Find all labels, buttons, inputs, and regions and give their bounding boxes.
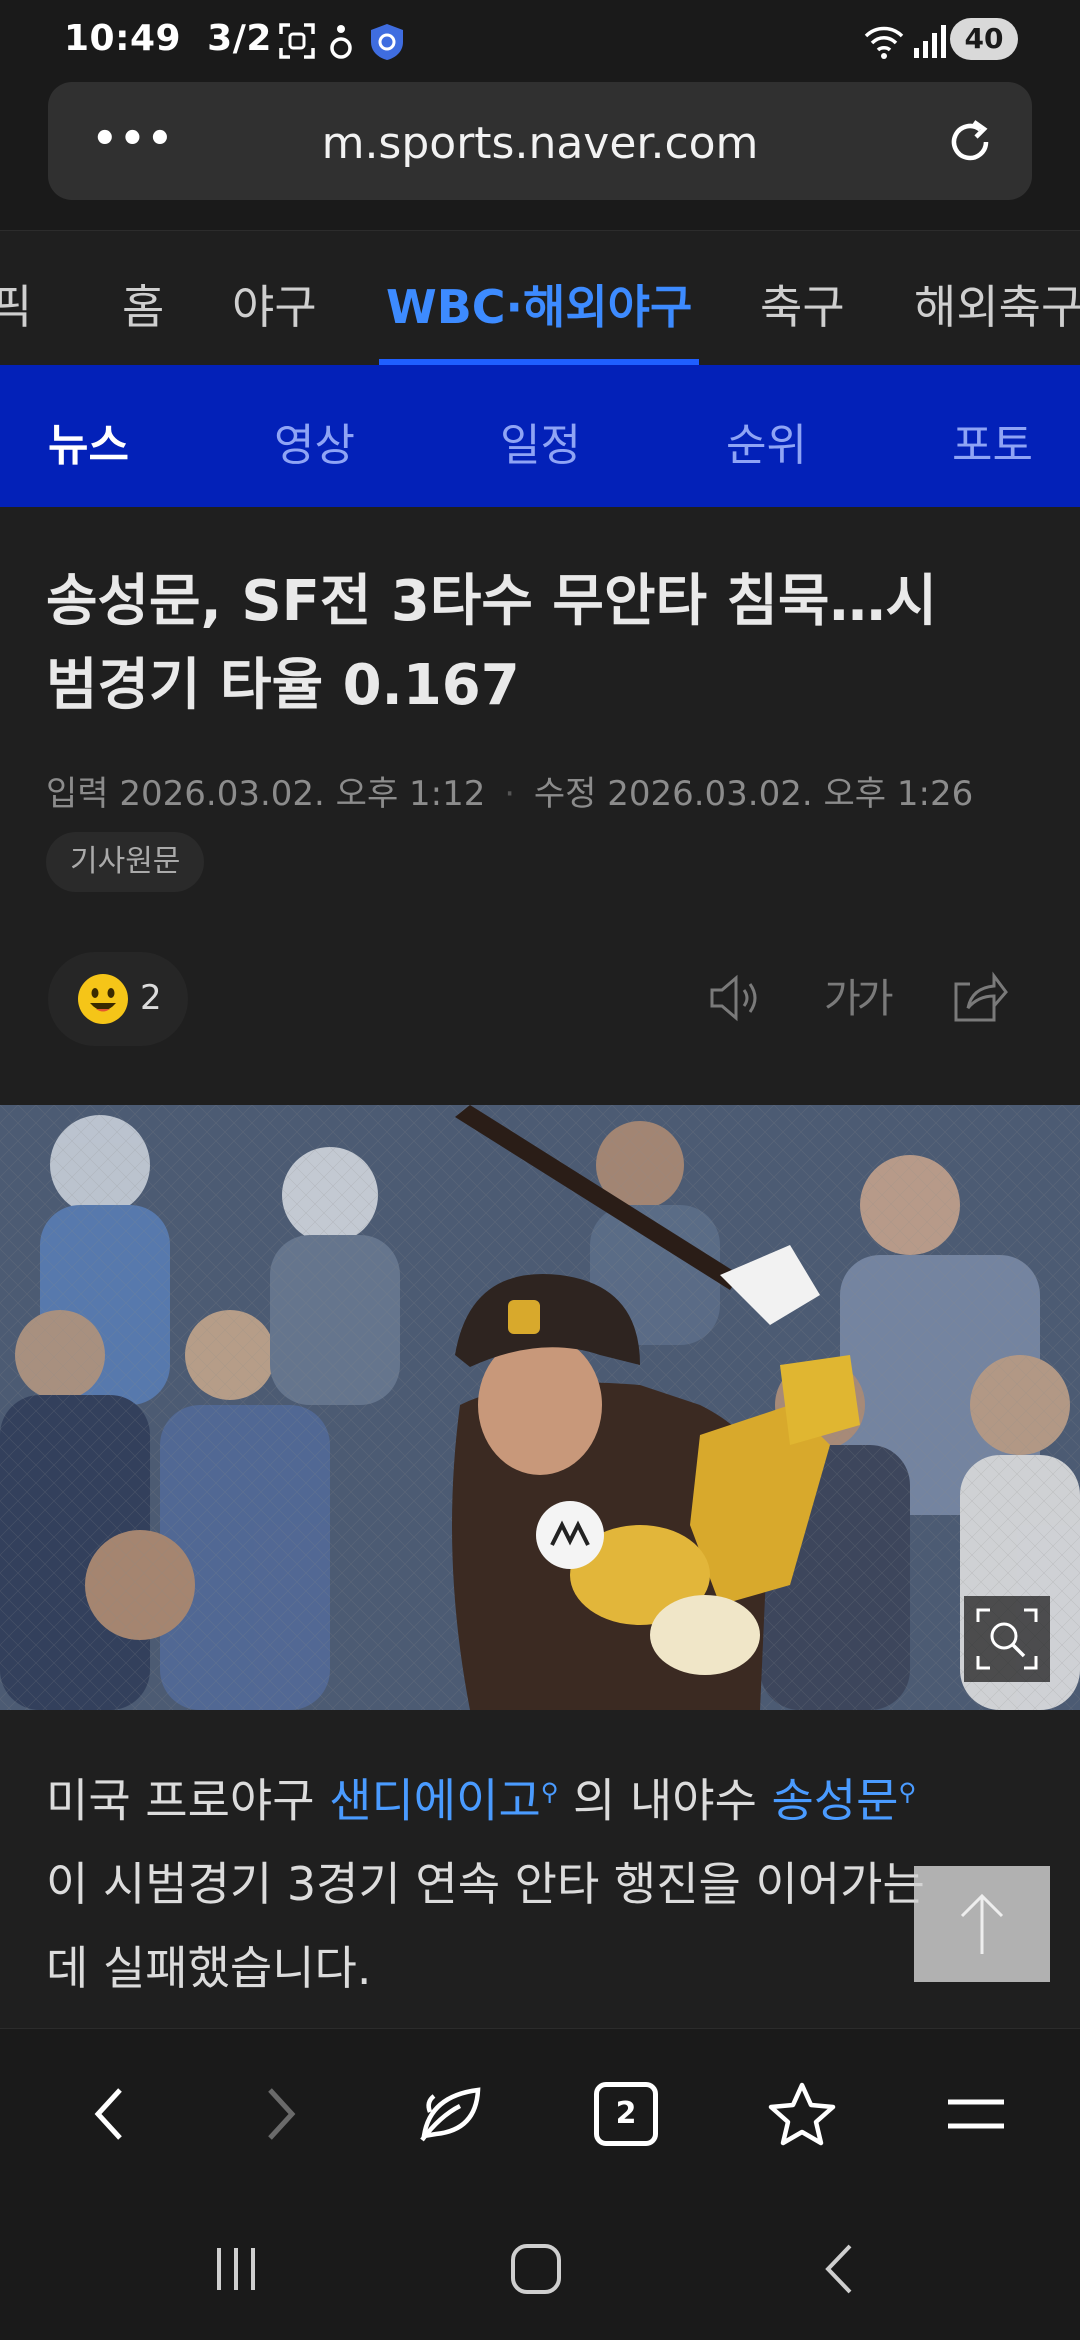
- tab-schedule[interactable]: 일정: [500, 409, 581, 473]
- browser-address-area: ••• m.sports.naver.com: [0, 80, 1080, 230]
- headline-line-1: 송성문, SF전 3타수 무안타 침묵…시: [46, 569, 938, 634]
- home-leaf-button[interactable]: [392, 2029, 512, 2199]
- headline-line-2: 범경기 타율 0.167: [46, 653, 520, 718]
- battery-indicator: 40: [950, 18, 1018, 60]
- article-photo[interactable]: [0, 1105, 1080, 1710]
- tab-video[interactable]: 영상: [274, 409, 355, 473]
- status-bar: 10:49 3/2 40: [0, 0, 1080, 80]
- body-line-1: 미국 프로야구 샌디에이고⚲ 의 내야수 송성문⚲: [46, 1773, 917, 1828]
- original-article-button[interactable]: 기사원문: [46, 832, 205, 892]
- system-back-button[interactable]: [780, 2198, 900, 2340]
- menu-button[interactable]: [916, 2029, 1036, 2199]
- tab-count-icon: 2: [594, 2082, 658, 2146]
- nav-item-soccer[interactable]: 축구: [760, 271, 845, 337]
- body-line-3: 데 실패했습니다.: [46, 1941, 372, 1996]
- body-line-2: 이 시범경기 3경기 연속 안타 행진을 이어가는: [46, 1857, 925, 1912]
- font-size-button[interactable]: 가가: [824, 966, 894, 1024]
- star-icon: [768, 2082, 836, 2146]
- status-time: 10:49 3/2: [64, 18, 272, 59]
- font-size-icon: 가가: [824, 976, 894, 1022]
- url-text[interactable]: m.sports.naver.com: [48, 118, 1032, 169]
- article-headline: 송성문, SF전 3타수 무안타 침묵…시 범경기 타율 0.167: [46, 560, 1036, 728]
- tab-news[interactable]: 뉴스: [48, 409, 129, 473]
- input-label: 입력: [46, 774, 109, 814]
- home-button[interactable]: [476, 2198, 596, 2340]
- screenshot-icon: [279, 23, 315, 59]
- chevron-left-icon: [94, 2088, 122, 2140]
- tab-standings[interactable]: 순위: [726, 409, 807, 473]
- nav-item-wbc-mlb[interactable]: WBC·해외야구: [386, 271, 692, 337]
- zoom-photo-button[interactable]: [964, 1596, 1050, 1682]
- share-icon[interactable]: [950, 970, 1008, 1026]
- zoom-search-icon: [976, 1608, 1038, 1670]
- nav-item-pick[interactable]: 픽: [0, 271, 32, 337]
- smile-emoji-icon: [78, 974, 128, 1024]
- back-arrow-icon: [825, 2244, 852, 2294]
- nav-item-baseball[interactable]: 야구: [232, 271, 317, 337]
- section-tabs: 뉴스 영상 일정 순위 포토: [0, 365, 1080, 507]
- hamburger-menu-icon: [948, 2099, 1004, 2129]
- reaction-count: 2: [140, 978, 162, 1018]
- bookmark-button[interactable]: [742, 2029, 862, 2199]
- shield-icon: [371, 24, 403, 60]
- leaf-icon: [420, 2087, 481, 2142]
- forward-button[interactable]: [220, 2029, 340, 2199]
- edit-time: 2026.03.02. 오후 1:26: [607, 774, 974, 814]
- team-link[interactable]: 샌디에이고: [329, 1773, 541, 1827]
- back-button[interactable]: [50, 2029, 170, 2199]
- recent-apps-icon: [217, 2248, 255, 2290]
- system-navigation-bar: [0, 2198, 1080, 2340]
- signal-icon: [914, 25, 946, 58]
- recent-apps-button[interactable]: [176, 2198, 296, 2340]
- player-link[interactable]: 송성문: [772, 1773, 899, 1827]
- arrow-up-icon: [960, 1893, 1004, 1954]
- baseball-player-image: [0, 1105, 1080, 1710]
- sport-category-nav: 픽 홈 야구 WBC·해외야구 축구 해외축구: [0, 230, 1080, 365]
- search-icon[interactable]: ⚲: [541, 1778, 559, 1806]
- home-icon: [511, 2244, 561, 2294]
- wifi-icon: [864, 26, 904, 59]
- speaker-icon[interactable]: [706, 970, 766, 1026]
- search-icon[interactable]: ⚲: [898, 1778, 916, 1806]
- reload-icon[interactable]: [944, 116, 996, 168]
- nav-item-world-soccer[interactable]: 해외축구: [914, 271, 1080, 337]
- edit-label: 수정: [533, 774, 597, 814]
- tabs-button[interactable]: 2: [566, 2029, 686, 2199]
- input-time: 2026.03.02. 오후 1:12: [119, 774, 486, 814]
- address-bar[interactable]: ••• m.sports.naver.com: [48, 82, 1032, 200]
- article-timestamps: 입력 2026.03.02. 오후 1:12 · 수정 2026.03.02. …: [46, 774, 974, 814]
- tab-photo[interactable]: 포토: [952, 409, 1033, 473]
- scroll-to-top-button[interactable]: [914, 1866, 1050, 1982]
- notification-icon: [330, 25, 352, 59]
- chevron-right-icon: [268, 2088, 296, 2140]
- reaction-button[interactable]: 2: [48, 952, 188, 1046]
- browser-toolbar: 2: [0, 2028, 1080, 2198]
- article-body: 미국 프로야구 샌디에이고⚲ 의 내야수 송성문⚲ 이 시범경기 3경기 연속 …: [46, 1750, 1036, 2010]
- nav-item-home[interactable]: 홈: [122, 271, 164, 337]
